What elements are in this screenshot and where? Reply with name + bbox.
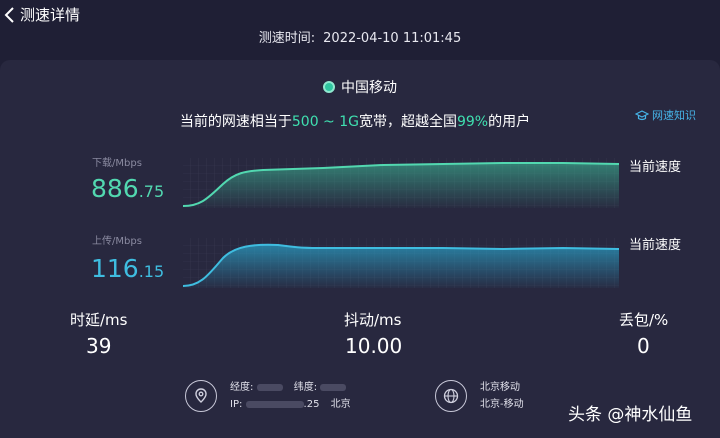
coordinates-row: 经度: 纬度: bbox=[230, 381, 347, 395]
latency-value: 39 bbox=[86, 334, 112, 358]
upload-value: 116.15 bbox=[91, 254, 164, 287]
operator-name: 北京移动 bbox=[480, 382, 520, 393]
header: 测速详情 测速时间: 2022-04-10 11:01:45 bbox=[0, 0, 720, 60]
upload-current-speed-tag: 当前速度 bbox=[629, 238, 682, 253]
summary-middle: 宽带，超越全国 bbox=[358, 114, 457, 130]
download-current-speed-tag: 当前速度 bbox=[629, 160, 682, 175]
longitude-redacted bbox=[256, 383, 283, 391]
ip-city: 北京 bbox=[330, 399, 351, 410]
isp-label: 中国移动 bbox=[341, 80, 397, 96]
summary-suffix: 的用户 bbox=[488, 114, 531, 130]
upload-value-dec: .15 bbox=[138, 262, 165, 281]
download-label: 下载/Mbps bbox=[92, 158, 142, 169]
packet-loss-value: 0 bbox=[637, 334, 650, 358]
page-title: 测速详情 bbox=[20, 6, 81, 24]
longitude-label: 经度: bbox=[230, 382, 254, 393]
test-time-label: 测速时间: bbox=[258, 31, 316, 46]
ip-label: IP: bbox=[230, 399, 243, 410]
speed-knowledge-link[interactable]: 网速知识 bbox=[634, 108, 696, 124]
jitter-value: 10.00 bbox=[345, 334, 403, 358]
download-value: 886.75 bbox=[91, 174, 164, 207]
ip-row: IP: .25 北京 bbox=[230, 398, 351, 412]
upload-label: 上传/Mbps bbox=[92, 236, 142, 247]
back-arrow-icon[interactable] bbox=[2, 6, 18, 24]
graduation-cap-icon bbox=[634, 110, 650, 121]
summary-percent: 99% bbox=[456, 114, 489, 130]
upload-speed-chart bbox=[183, 238, 619, 288]
location-pin-icon bbox=[185, 380, 217, 412]
latitude-redacted bbox=[320, 383, 347, 391]
upload-chart-area bbox=[183, 244, 619, 288]
download-value-dec: .75 bbox=[138, 182, 165, 201]
packet-loss-label: 丢包/% bbox=[619, 311, 669, 329]
ip-suffix: .25 bbox=[303, 399, 320, 410]
operator-region: 北京-移动 bbox=[480, 399, 524, 410]
test-time-value: 2022-04-10 11:01:45 bbox=[323, 31, 462, 46]
upload-value-int: 116 bbox=[91, 254, 139, 283]
download-speed-chart bbox=[183, 158, 619, 208]
watermark: 头条 @神水仙鱼 bbox=[568, 405, 693, 425]
jitter-label: 抖动/ms bbox=[344, 311, 402, 329]
isp-name: 中国移动 bbox=[0, 78, 720, 98]
download-value-int: 886 bbox=[91, 174, 139, 203]
isp-dot-icon bbox=[323, 81, 335, 93]
summary-prefix: 当前的网速相当于 bbox=[179, 114, 292, 130]
globe-icon bbox=[435, 380, 467, 412]
latency-label: 时延/ms bbox=[70, 311, 128, 329]
summary-range: 500 ~ 1G bbox=[291, 114, 359, 130]
test-time: 测速时间: 2022-04-10 11:01:45 bbox=[0, 29, 720, 49]
ip-redacted bbox=[245, 400, 304, 408]
speed-knowledge-label: 网速知识 bbox=[652, 109, 696, 122]
speed-summary: 当前的网速相当于500 ~ 1G宽带，超越全国99%的用户 bbox=[0, 112, 710, 132]
latitude-label: 纬度: bbox=[293, 382, 318, 393]
